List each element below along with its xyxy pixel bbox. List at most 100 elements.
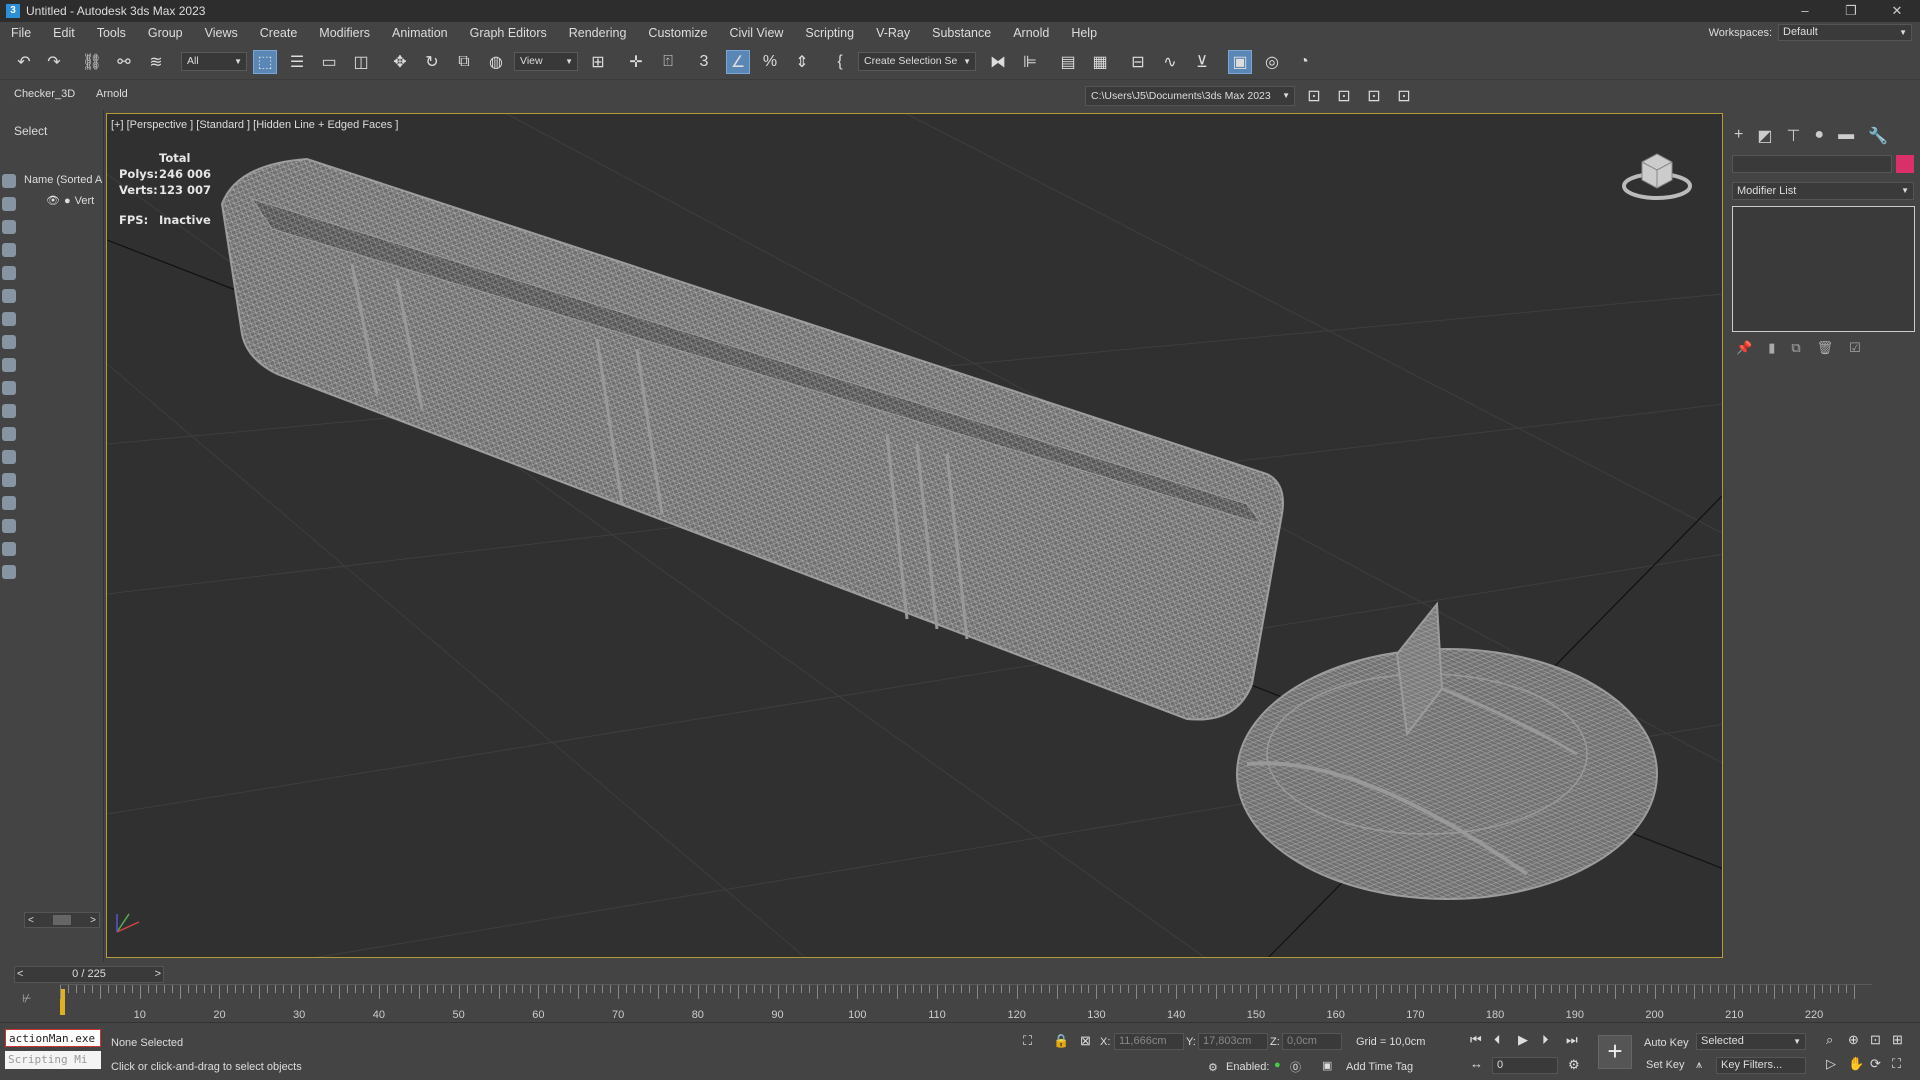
- remove-modifier-icon[interactable]: 🗑: [1817, 340, 1834, 356]
- minimize-button[interactable]: –: [1782, 0, 1828, 22]
- isolate-selection-icon[interactable]: ⛶: [1023, 1033, 1032, 1049]
- pin-stack-icon[interactable]: 📌: [1736, 340, 1752, 356]
- scroll-right-icon[interactable]: >: [90, 915, 96, 926]
- goto-start-icon[interactable]: ⏮: [1470, 1032, 1482, 1048]
- tab-checker-3d[interactable]: Checker_3D: [14, 88, 75, 100]
- filter-cameras-icon[interactable]: [2, 243, 16, 257]
- next-frame-icon[interactable]: ⏵: [1542, 1032, 1549, 1048]
- percent-snap-icon[interactable]: %: [758, 50, 782, 74]
- select-by-name-icon[interactable]: ☰: [285, 50, 309, 74]
- render-setup-icon[interactable]: ◎: [1260, 50, 1284, 74]
- snaps-toggle-icon[interactable]: 3: [692, 50, 716, 74]
- pan-view-icon[interactable]: ✋: [1848, 1056, 1864, 1072]
- maximize-viewport-icon[interactable]: ⛶: [1892, 1056, 1901, 1072]
- window-crossing-icon[interactable]: ◫: [349, 50, 373, 74]
- motion-tab-icon[interactable]: ●: [1814, 126, 1824, 146]
- display-none-icon[interactable]: [2, 473, 16, 487]
- unlink-icon[interactable]: ⚯: [112, 50, 136, 74]
- find-icon[interactable]: [2, 519, 16, 533]
- menu-graph-editors[interactable]: Graph Editors: [459, 26, 558, 40]
- filter-geometry-icon[interactable]: [2, 174, 16, 188]
- toggle-ribbon-icon[interactable]: ⊟: [1126, 50, 1150, 74]
- filter-helpers-icon[interactable]: [2, 266, 16, 280]
- menu-animation[interactable]: Animation: [381, 26, 459, 40]
- schematic-view-icon[interactable]: ⊻: [1190, 50, 1214, 74]
- menu-civil-view[interactable]: Civil View: [718, 26, 794, 40]
- display-all-icon[interactable]: [2, 450, 16, 464]
- filter-bones-icon[interactable]: [2, 358, 16, 372]
- move-icon[interactable]: ✥: [388, 50, 412, 74]
- visibility-eye-icon[interactable]: 👁: [46, 194, 60, 207]
- layer-explorer-icon[interactable]: ▦: [1088, 50, 1112, 74]
- scene-list-header[interactable]: Name (Sorted A: [24, 174, 102, 186]
- time-slider[interactable]: < 0 / 225 >: [14, 966, 164, 983]
- create-tab-icon[interactable]: +: [1734, 126, 1743, 146]
- spinner-snap-icon[interactable]: ⇕: [790, 50, 814, 74]
- menu-modifiers[interactable]: Modifiers: [308, 26, 381, 40]
- enabled-dot-icon[interactable]: ●: [1274, 1059, 1281, 1071]
- select-object-icon[interactable]: ⬚: [253, 50, 277, 74]
- pivot-center-icon[interactable]: ⊞: [586, 50, 610, 74]
- maxscript-mini-input[interactable]: Scripting Mi: [5, 1051, 101, 1069]
- filter-groups-icon[interactable]: [2, 312, 16, 326]
- absolute-mode-icon[interactable]: ⊠: [1080, 1033, 1091, 1049]
- prev-frame-icon[interactable]: ⏴: [1494, 1032, 1501, 1048]
- menu-arnold[interactable]: Arnold: [1002, 26, 1060, 40]
- modifier-list-dropdown[interactable]: Modifier List ▼: [1732, 182, 1914, 200]
- time-slider-prev-icon[interactable]: <: [17, 967, 23, 982]
- menu-create[interactable]: Create: [249, 26, 309, 40]
- display-tab-icon[interactable]: ▬: [1838, 126, 1854, 146]
- key-selection-dropdown[interactable]: Selected ▼: [1696, 1033, 1806, 1050]
- x-coord-field[interactable]: 11,666cm: [1114, 1033, 1184, 1050]
- menu-edit[interactable]: Edit: [42, 26, 86, 40]
- set-key-button[interactable]: Set Key: [1646, 1059, 1685, 1071]
- project-save-icon[interactable]: ⊡: [1392, 84, 1416, 108]
- add-time-tag[interactable]: Add Time Tag: [1346, 1061, 1413, 1073]
- edit-named-selection-icon[interactable]: {: [828, 50, 852, 74]
- menu-customize[interactable]: Customize: [637, 26, 718, 40]
- time-ruler[interactable]: 10 20 30 40 50 60 70 80 90 100 110 120 130 140 150 160 1…: [60, 984, 1872, 1021]
- viewcube-icon[interactable]: [1622, 144, 1692, 204]
- set-key-big-icon[interactable]: +: [1598, 1035, 1632, 1069]
- utilities-tab-icon[interactable]: 🔧: [1868, 126, 1888, 146]
- menu-vray[interactable]: V-Ray: [865, 26, 921, 40]
- key-filter-icon[interactable]: ⩚: [1696, 1059, 1702, 1072]
- bind-space-warp-icon[interactable]: ≋: [144, 50, 168, 74]
- tab-arnold[interactable]: Arnold: [96, 88, 128, 100]
- selection-filter-dropdown[interactable]: All ▼: [181, 52, 247, 71]
- rect-selection-icon[interactable]: ▭: [317, 50, 341, 74]
- rotate-icon[interactable]: ↻: [420, 50, 444, 74]
- z-coord-field[interactable]: 0,0cm: [1282, 1033, 1342, 1050]
- filter-frozen-icon[interactable]: [2, 404, 16, 418]
- mini-curve-icon[interactable]: ⊬: [22, 992, 32, 1005]
- script-toggle-icon[interactable]: ⚙: [1208, 1061, 1218, 1074]
- menu-file[interactable]: File: [0, 26, 42, 40]
- maxscript-listener-line[interactable]: actionMan.exe: [5, 1029, 101, 1047]
- angle-snap-icon[interactable]: ∠: [726, 50, 750, 74]
- make-unique-icon[interactable]: ⧉: [1791, 340, 1800, 356]
- curve-editor-icon[interactable]: ∿: [1158, 50, 1182, 74]
- project-folder-icon[interactable]: ⊡: [1302, 84, 1326, 108]
- viewport-label[interactable]: [+] [Perspective ] [Standard ] [Hidden L…: [111, 119, 398, 131]
- mirror-icon[interactable]: ⧓: [986, 50, 1010, 74]
- project-path-dropdown[interactable]: C:\Users\J5\Documents\3ds Max 2023 ▼: [1085, 86, 1295, 106]
- close-button[interactable]: ✕: [1874, 0, 1920, 22]
- selection-lock-icon[interactable]: 🔒: [1053, 1033, 1069, 1049]
- filter-containers-icon[interactable]: [2, 381, 16, 395]
- scrollbar-thumb[interactable]: [53, 915, 71, 925]
- key-mode-icon[interactable]: ↔: [1470, 1056, 1483, 1071]
- zero-toggle-icon[interactable]: ⓪: [1290, 1059, 1301, 1075]
- link-icon[interactable]: ⛓: [80, 50, 104, 74]
- filter-spacewarps-icon[interactable]: [2, 289, 16, 303]
- filter-lights-icon[interactable]: [2, 220, 16, 234]
- object-color-swatch[interactable]: [1896, 155, 1914, 173]
- current-frame-field[interactable]: 0: [1492, 1057, 1558, 1074]
- zoom-extents-all-icon[interactable]: ⊞: [1892, 1032, 1903, 1048]
- settings-icon[interactable]: [2, 565, 16, 579]
- zoom-icon[interactable]: ⌕: [1826, 1032, 1833, 1048]
- menu-rendering[interactable]: Rendering: [558, 26, 638, 40]
- configure-modifier-sets-icon[interactable]: ☑: [1849, 340, 1861, 356]
- modifier-stack[interactable]: [1732, 206, 1915, 332]
- orbit-icon[interactable]: ⟳: [1870, 1056, 1881, 1072]
- menu-group[interactable]: Group: [137, 26, 194, 40]
